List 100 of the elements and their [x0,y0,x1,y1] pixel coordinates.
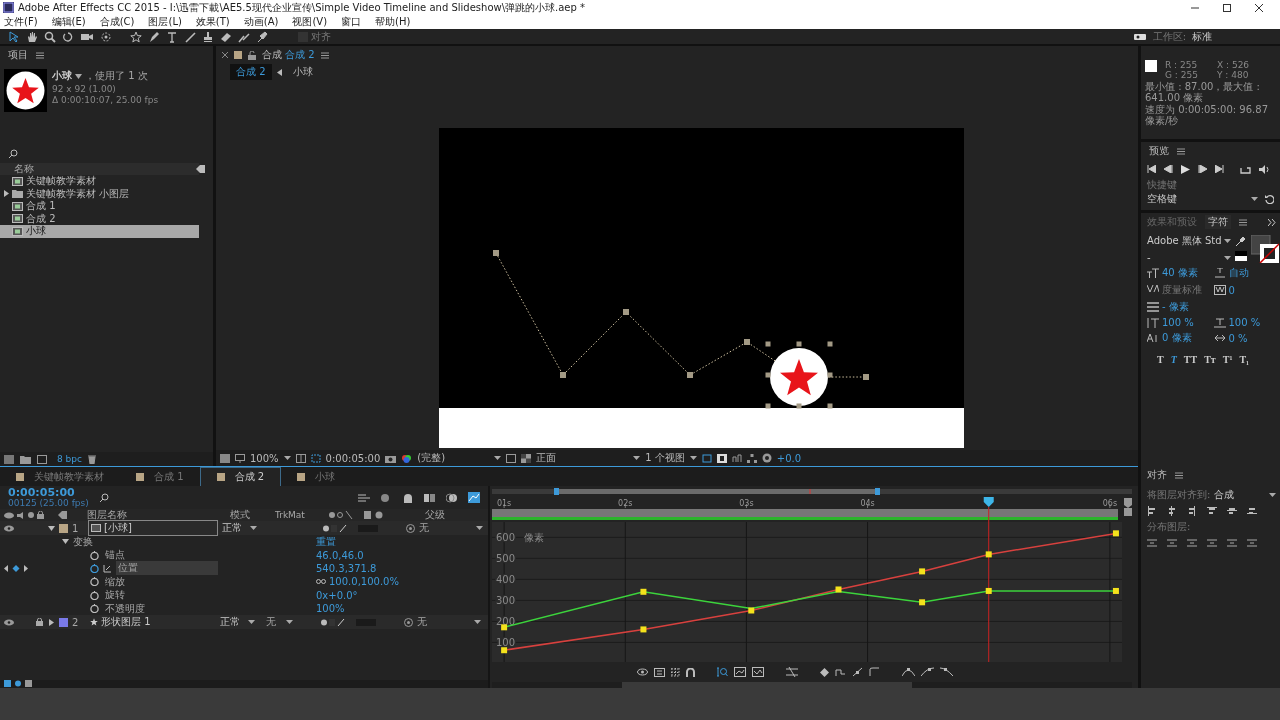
bit-depth-button[interactable]: 8 bpc [57,454,82,464]
track-matte-dropdown[interactable]: 无 [266,615,316,630]
timeline-tab[interactable]: 关键帧教学素材 [0,467,120,486]
switches-icon[interactable] [320,617,376,627]
expand-arrow-icon[interactable] [4,190,9,198]
resolution-dropdown[interactable]: (完整) [417,451,502,465]
fit-selection-icon[interactable] [734,667,746,677]
keyframe-navigator[interactable] [4,564,28,572]
property-value[interactable]: 46.0,46.0 [316,549,364,561]
distribute-icon[interactable] [1207,538,1217,548]
fit-all-icon[interactable] [752,667,764,677]
play-icon[interactable] [1181,164,1190,174]
stopwatch-icon[interactable] [90,590,99,600]
keyframe[interactable] [919,599,926,606]
brush-icon[interactable] [184,30,196,43]
property-value[interactable]: 100% [316,603,345,615]
keyframe[interactable] [501,647,508,654]
keyframe[interactable] [640,588,647,595]
pan-behind-icon[interactable] [100,30,112,43]
menu-icon[interactable] [1175,471,1183,479]
property-name[interactable]: 旋转 [103,588,205,603]
blend-mode-dropdown[interactable]: 正常 [220,615,262,630]
column-header[interactable]: 模式 [230,508,272,522]
menu-icon[interactable] [1239,218,1247,226]
label-color-chip[interactable] [59,523,68,533]
timeline-tab[interactable]: 合成 2 [199,467,282,486]
comp-mini-flowchart-icon[interactable] [358,492,370,503]
distribute-icon[interactable] [1187,538,1197,548]
search-icon[interactable] [98,492,111,503]
project-item[interactable]: 关键帧教学素材 小图层 [0,187,199,200]
pen-icon[interactable] [148,30,160,43]
text-style-button[interactable]: T [1157,354,1164,365]
hand-icon[interactable] [26,30,38,43]
selection-arrow-icon[interactable] [8,30,20,43]
stopwatch-icon[interactable] [90,550,99,560]
menu-item[interactable]: 合成(C) [99,15,135,29]
project-item[interactable]: 小球 [0,225,199,238]
menu-item[interactable]: 图层(L) [148,15,182,29]
keyframe[interactable] [501,624,508,631]
text-style-button[interactable]: T₁ [1239,354,1250,365]
frame-blending-icon[interactable] [424,492,436,503]
lock-icon[interactable] [248,50,256,60]
keyframe[interactable] [1112,530,1119,537]
list-icon[interactable] [654,667,665,677]
text-tool-icon[interactable] [166,30,178,43]
text-style-button[interactable]: Tт [1204,354,1216,365]
menu-item[interactable]: 效果(T) [195,15,230,29]
align-icon[interactable] [1247,506,1257,516]
collapse-arrow-icon[interactable] [48,524,55,532]
menu-item[interactable]: 视图(V) [292,15,328,29]
graph-editor-icon[interactable] [468,492,480,503]
default-colors-icon[interactable] [1234,250,1247,261]
layer-row[interactable]: 1 [小球] 正常 无 [0,521,488,535]
distribute-icon[interactable] [1167,538,1177,548]
keyframe[interactable] [748,607,755,614]
views-dropdown[interactable]: 1 个视图 [645,451,697,465]
layer-name[interactable]: 形状图层 1 [101,615,151,630]
align-icon[interactable] [1227,506,1237,516]
zoom-icon[interactable] [44,30,56,43]
project-item[interactable]: 合成 2 [0,212,199,225]
panel-tab[interactable]: 字符 [1205,215,1231,229]
panel-title[interactable]: 项目 [8,48,28,62]
eye-icon[interactable] [4,524,14,532]
hold-keyframe-icon[interactable] [835,667,846,677]
diamond-icon[interactable] [820,667,829,677]
stroke-width-field[interactable]: - 像素 [1162,300,1189,314]
property-name[interactable]: 不透明度 [103,601,205,616]
text-style-button[interactable]: TT [1183,354,1198,365]
eye-icon[interactable] [4,618,14,626]
reset-icon[interactable] [1264,194,1274,204]
distribute-icon[interactable] [1147,538,1157,548]
expand-arrow-icon[interactable] [48,618,55,626]
motion-blur-icon[interactable] [446,492,458,503]
blend-mode-dropdown[interactable]: 正常 [222,521,264,535]
column-header[interactable]: 图层名称 [81,508,227,522]
monitor-icon[interactable] [235,453,245,463]
pin-icon[interactable] [256,30,268,43]
pick-whip-icon[interactable] [404,617,413,627]
label-color-chip[interactable] [59,617,68,627]
font-size-field[interactable]: 40 像素 [1162,266,1198,280]
align-icon[interactable] [1167,506,1177,516]
comp-tab[interactable]: 合成 2 [285,49,315,60]
align-icon[interactable] [1207,506,1217,516]
composition-icon[interactable] [37,454,47,464]
align-icon[interactable] [1147,506,1157,516]
ease-in-icon[interactable] [921,667,934,677]
align-to-dropdown[interactable]: 合成 [1214,488,1276,502]
layer-row[interactable]: 2 形状图层 1 正常 无 无 [0,615,488,630]
vertical-scale-field[interactable]: 100 % [1162,317,1194,328]
property-value[interactable]: 0x+0.0° [316,589,358,601]
property-name[interactable]: 锚点 [103,548,205,563]
ease-out-icon[interactable] [940,667,953,677]
breadcrumb[interactable]: 小球 [286,64,319,80]
star-icon[interactable] [130,30,142,43]
reset-link[interactable]: 重置 [316,534,488,549]
workspace-dropdown[interactable]: 标准 [1192,29,1272,44]
switches-icon[interactable] [322,523,378,533]
lock-icon[interactable] [36,618,43,627]
column-header[interactable]: 父级 [425,508,485,522]
menu-item[interactable]: 文件(F) [4,15,38,29]
